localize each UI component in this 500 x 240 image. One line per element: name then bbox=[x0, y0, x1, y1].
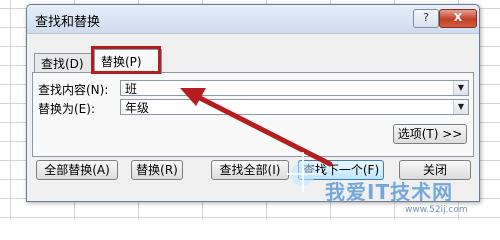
replace-with-value: 年级 bbox=[125, 101, 150, 115]
find-all-button[interactable]: 查找全部(I) bbox=[211, 160, 289, 180]
find-what-combobox[interactable]: 班 ▼ bbox=[120, 80, 469, 96]
watermark-url: www.52ij.com bbox=[405, 205, 468, 215]
replace-with-label: 替换为(E): bbox=[38, 102, 95, 116]
tab-highlight-box bbox=[91, 46, 161, 74]
watermark-text: 我爱IT技术网 bbox=[325, 180, 454, 204]
replace-button[interactable]: 替换(R) bbox=[131, 160, 183, 180]
find-what-value: 班 bbox=[125, 82, 138, 96]
help-button[interactable]: ? bbox=[413, 9, 439, 28]
dialog-titlebar: 查找和替换 ? X bbox=[27, 5, 479, 34]
replace-dropdown-arrow-icon[interactable]: ▼ bbox=[453, 100, 468, 114]
dialog-title: 查找和替换 bbox=[35, 15, 101, 30]
replace-with-combobox[interactable]: 年级 ▼ bbox=[120, 99, 469, 115]
options-button[interactable]: 选项(T) >> bbox=[393, 124, 467, 144]
find-dropdown-arrow-icon[interactable]: ▼ bbox=[453, 81, 468, 95]
window-close-button[interactable]: X bbox=[439, 9, 477, 28]
replace-all-button[interactable]: 全部替换(A) bbox=[36, 160, 118, 180]
find-what-label: 查找内容(N): bbox=[38, 83, 109, 97]
